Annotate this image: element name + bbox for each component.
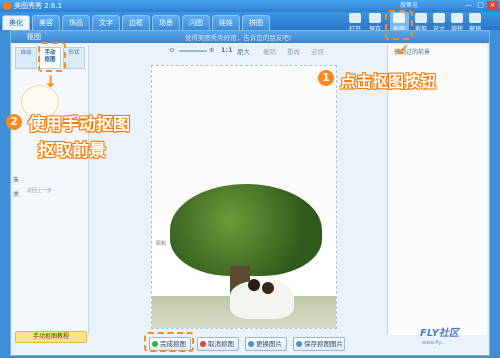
reset-button[interactable]: 还原 [311,46,324,56]
step-2-callout-line1: 使用手动抠图 [28,115,130,135]
photo-head [248,279,260,291]
zoom-original[interactable]: 原大 [237,46,250,56]
button-label: 更换图片 [256,340,282,348]
save-cutout-button[interactable]: 保存抠图图片 [293,337,345,351]
step-2-badge: 2 [6,114,22,130]
zoom-in-icon[interactable]: ⊕ [209,46,214,54]
cancel-cutout-button[interactable]: 取消抠图 [197,337,239,351]
tab-decor[interactable]: 饰品 [62,15,90,30]
title-bar: 美图秀秀 2.6.1 搜集见 — □ × [0,0,500,12]
minimize-icon[interactable]: — [463,1,474,10]
photo-head [262,282,274,294]
cutout-button-highlight [385,10,413,40]
zoom-ratio[interactable]: 1:1 [221,46,233,54]
rotate-icon [451,13,463,23]
arrow-down-left-icon: ↙ [396,40,410,59]
tab-scene[interactable]: 场景 [152,15,180,30]
app-title: 美图秀秀 2.6.1 [14,2,63,10]
crop-icon [415,13,427,23]
tab-text[interactable]: 文字 [92,15,120,30]
photo-caption: 颐和 [156,241,167,247]
zoom-slider[interactable] [179,50,207,52]
watermark-brand: FLY社区 [420,328,459,339]
undo-icon [469,13,481,23]
photo-tree [170,184,322,276]
app-logo-icon [3,2,11,10]
subtab-shape[interactable]: 形状 [63,47,85,69]
resize-icon [433,13,445,23]
zoom-out-icon[interactable]: ⊖ [169,46,174,54]
cancel-icon [200,341,206,347]
step-1-callout: 点击抠图按钮 [340,72,437,91]
left-item: 朱 [13,177,20,184]
save-icon [296,341,302,347]
tab-border[interactable]: 边框 [122,15,150,30]
arrow-down-icon: ↓ [44,72,58,91]
canvas-toolbar: ⊖ ⊕ 1:1 原大 撤销 重做 还原 [91,45,385,57]
tab-beautify[interactable]: 美化 [2,15,30,30]
notice-text: 觉得美图秀秀好用，告诉您的朋友吧! [184,34,292,42]
step-1-badge: 1 [318,70,334,86]
tab-flash[interactable]: 闪图 [182,15,210,30]
tab-beauty[interactable]: 美容 [32,15,60,30]
step-2-callout-line2: 抠取前景 [38,141,106,161]
button-label: 取消抠图 [208,340,234,348]
manual-subtab-highlight [38,42,66,72]
image-icon [248,341,254,347]
save-icon [369,13,381,23]
undo-button[interactable]: 撤销 [263,46,276,56]
tab-doll[interactable]: 娃娃 [212,15,240,30]
finish-button-highlight [144,332,194,352]
tab-collage[interactable]: 拼图 [242,15,270,30]
folder-open-icon [349,13,361,23]
change-image-button[interactable]: 更换图片 [245,337,287,351]
left-item: 关 [13,191,20,198]
photo-canvas[interactable]: 颐和 [151,65,337,329]
subtab-auto[interactable]: 自动 [15,47,37,69]
button-label: 保存抠图图片 [304,340,343,348]
back-step-caption[interactable]: 返回上一步 [27,187,52,194]
close-icon[interactable]: × [487,1,498,10]
maximize-icon[interactable]: □ [475,1,486,10]
redo-button[interactable]: 重做 [287,46,300,56]
watermark-url: www.fly... [422,340,446,346]
help-tutorial-button[interactable]: 手动抠图教程 [15,331,87,343]
